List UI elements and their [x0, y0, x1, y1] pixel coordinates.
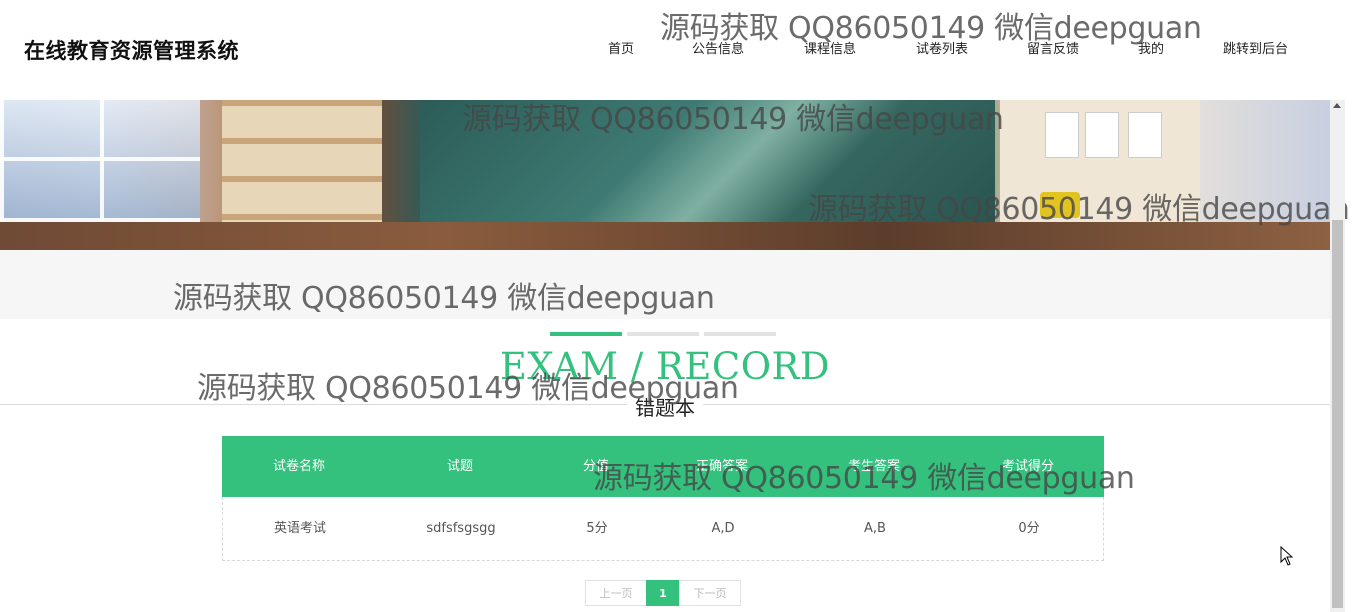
prev-page-button[interactable]: 上一页 [585, 580, 647, 606]
nav-item-home[interactable]: 首页 [608, 38, 634, 57]
banner-paper [1045, 112, 1079, 158]
site-header: 在线教育资源管理系统 首页 公告信息 课程信息 试卷列表 留言反馈 我的 跳转到… [0, 0, 1345, 100]
nav-item-courses[interactable]: 课程信息 [804, 38, 856, 57]
column-header-score: 分值 [582, 459, 609, 474]
cell-exam-score: 0分 [1018, 521, 1040, 536]
column-header-exam-score: 考试得分 [1001, 459, 1054, 474]
banner-wall [1000, 100, 1200, 222]
title-bar-active [550, 332, 622, 336]
nav-item-exam-list[interactable]: 试卷列表 [916, 38, 968, 57]
page-scrollbar[interactable] [1330, 100, 1345, 612]
banner-floor [0, 222, 1330, 250]
column-header-student-answer: 考生答案 [847, 459, 900, 474]
nav-item-feedback[interactable]: 留言反馈 [1027, 38, 1079, 57]
mouse-pointer-icon [1280, 546, 1293, 566]
cell-student-answer: A,B [864, 521, 886, 536]
gray-band [0, 250, 1330, 319]
table-row[interactable]: 英语考试 sdfsfsgsgg 5分 A,D A,B 0分 [222, 497, 1104, 561]
section-heading-cn: 错题本 [627, 396, 703, 420]
main-nav: 首页 公告信息 课程信息 试卷列表 留言反馈 我的 跳转到后台 [0, 38, 1345, 58]
banner-chalkboard [420, 100, 995, 228]
cell-paper: 英语考试 [273, 521, 326, 536]
banner-bookshelf [222, 100, 382, 222]
banner-paper [1085, 112, 1119, 158]
cell-question: sdfsfsgsgg [426, 521, 496, 536]
table-header: 试卷名称 试题 分值 正确答案 考生答案 考试得分 [222, 436, 1104, 497]
nav-item-admin[interactable]: 跳转到后台 [1223, 38, 1288, 57]
nav-item-notices[interactable]: 公告信息 [692, 38, 744, 57]
page-1-button[interactable]: 1 [646, 580, 680, 606]
section-heading-en: EXAM / RECORD [499, 345, 831, 388]
next-page-button[interactable]: 下一页 [679, 580, 741, 606]
banner-window-frame [0, 100, 200, 222]
column-header-question: 试题 [446, 459, 473, 474]
hero-banner [0, 100, 1330, 250]
scroll-thumb[interactable] [1332, 220, 1343, 608]
nav-item-profile[interactable]: 我的 [1138, 38, 1164, 57]
section-heading-cn-wrap: 错题本 [0, 392, 1330, 421]
cell-correct-answer: A,D [711, 521, 735, 536]
banner-paper [1128, 112, 1162, 158]
title-bar [627, 332, 699, 336]
scroll-up-arrow-icon[interactable] [1333, 103, 1341, 108]
cell-score: 5分 [586, 521, 608, 536]
title-bar [704, 332, 776, 336]
column-header-paper: 试卷名称 [272, 459, 325, 474]
column-header-correct-answer: 正确答案 [695, 459, 748, 474]
banner-bag [1040, 192, 1080, 218]
